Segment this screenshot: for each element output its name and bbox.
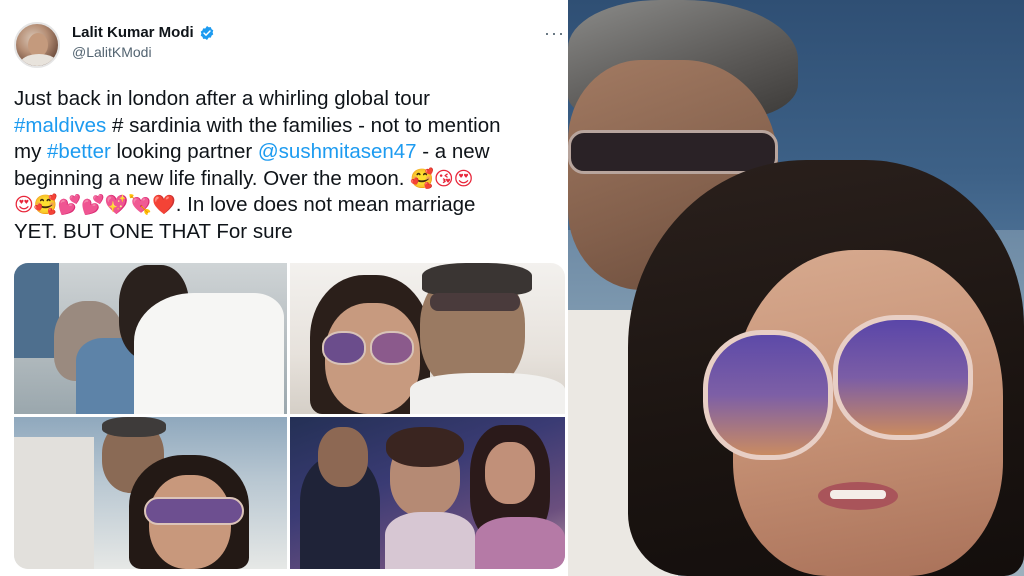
verified-badge-icon [200, 25, 213, 40]
media-photo-1[interactable] [14, 263, 287, 414]
display-name[interactable]: Lalit Kumar Modi [72, 24, 194, 41]
tweet-text-segment: # sardinia with the families - not to me… [106, 113, 501, 137]
photo-woman-2-dress [475, 517, 565, 569]
photo-man-sunglasses [568, 130, 778, 174]
display-name-row: Lalit Kumar Modi [72, 24, 215, 41]
photo-boat-seat [14, 437, 94, 569]
emoji-group-2: 😍🥰💕💕💖💘❤️ [14, 194, 176, 216]
photo-sunglasses-right [370, 331, 414, 365]
handle[interactable]: @LalitKModi [72, 44, 152, 60]
tweet-card: Lalit Kumar Modi @LalitKModi ··· Just ba… [0, 0, 568, 576]
photo-woman-2-face [485, 442, 535, 504]
tweet-text: Just back in london after a whirling glo… [14, 86, 559, 245]
photo-sunglasses [144, 497, 244, 525]
hashtag-maldives[interactable]: #maldives [14, 114, 106, 137]
photo-window [14, 263, 59, 358]
tweet-text-segment: - a new [416, 140, 490, 163]
avatar-shirt [20, 54, 58, 66]
tweet-text-line1: Just back in london after a whirling glo… [14, 87, 430, 110]
media-photo-3[interactable] [14, 417, 287, 569]
photo-woman-1-hair [386, 427, 464, 467]
photo-man-glasses [430, 293, 520, 311]
selfie-photo [568, 0, 1024, 576]
photo-sunglasses-right-lens [833, 315, 973, 440]
tweet-text-line4: beginning a new life finally. Over the m… [14, 166, 411, 190]
photo-man-face [318, 427, 368, 487]
photo-man-hair [102, 417, 166, 437]
photo-woman-1-dress [385, 512, 475, 569]
tweet-text-segment: . In love does not mean marriage [175, 193, 476, 216]
tweet-text-segment: my [14, 140, 48, 163]
more-options-icon[interactable]: ··· [544, 24, 565, 42]
photo-white-outfit [134, 293, 284, 414]
media-photo-4[interactable] [290, 417, 565, 569]
photo-sunglasses-left-lens [703, 330, 833, 460]
emoji-group-1: 🥰😘😍 [410, 167, 474, 190]
tweet-text-line6: YET. BUT ONE THAT For sure [14, 219, 293, 243]
mention-sushmitasen47[interactable]: @sushmitasen47 [258, 140, 417, 163]
avatar[interactable] [14, 22, 60, 68]
photo-sunglasses-left [322, 331, 366, 365]
media-grid [14, 263, 565, 569]
hashtag-better[interactable]: #better [47, 140, 111, 163]
photo-white-tee [410, 373, 565, 414]
photo-woman-teeth [830, 490, 886, 499]
media-photo-2[interactable] [290, 263, 565, 414]
tweet-text-segment: looking partner [110, 140, 258, 163]
photo-man-hair [422, 263, 532, 295]
